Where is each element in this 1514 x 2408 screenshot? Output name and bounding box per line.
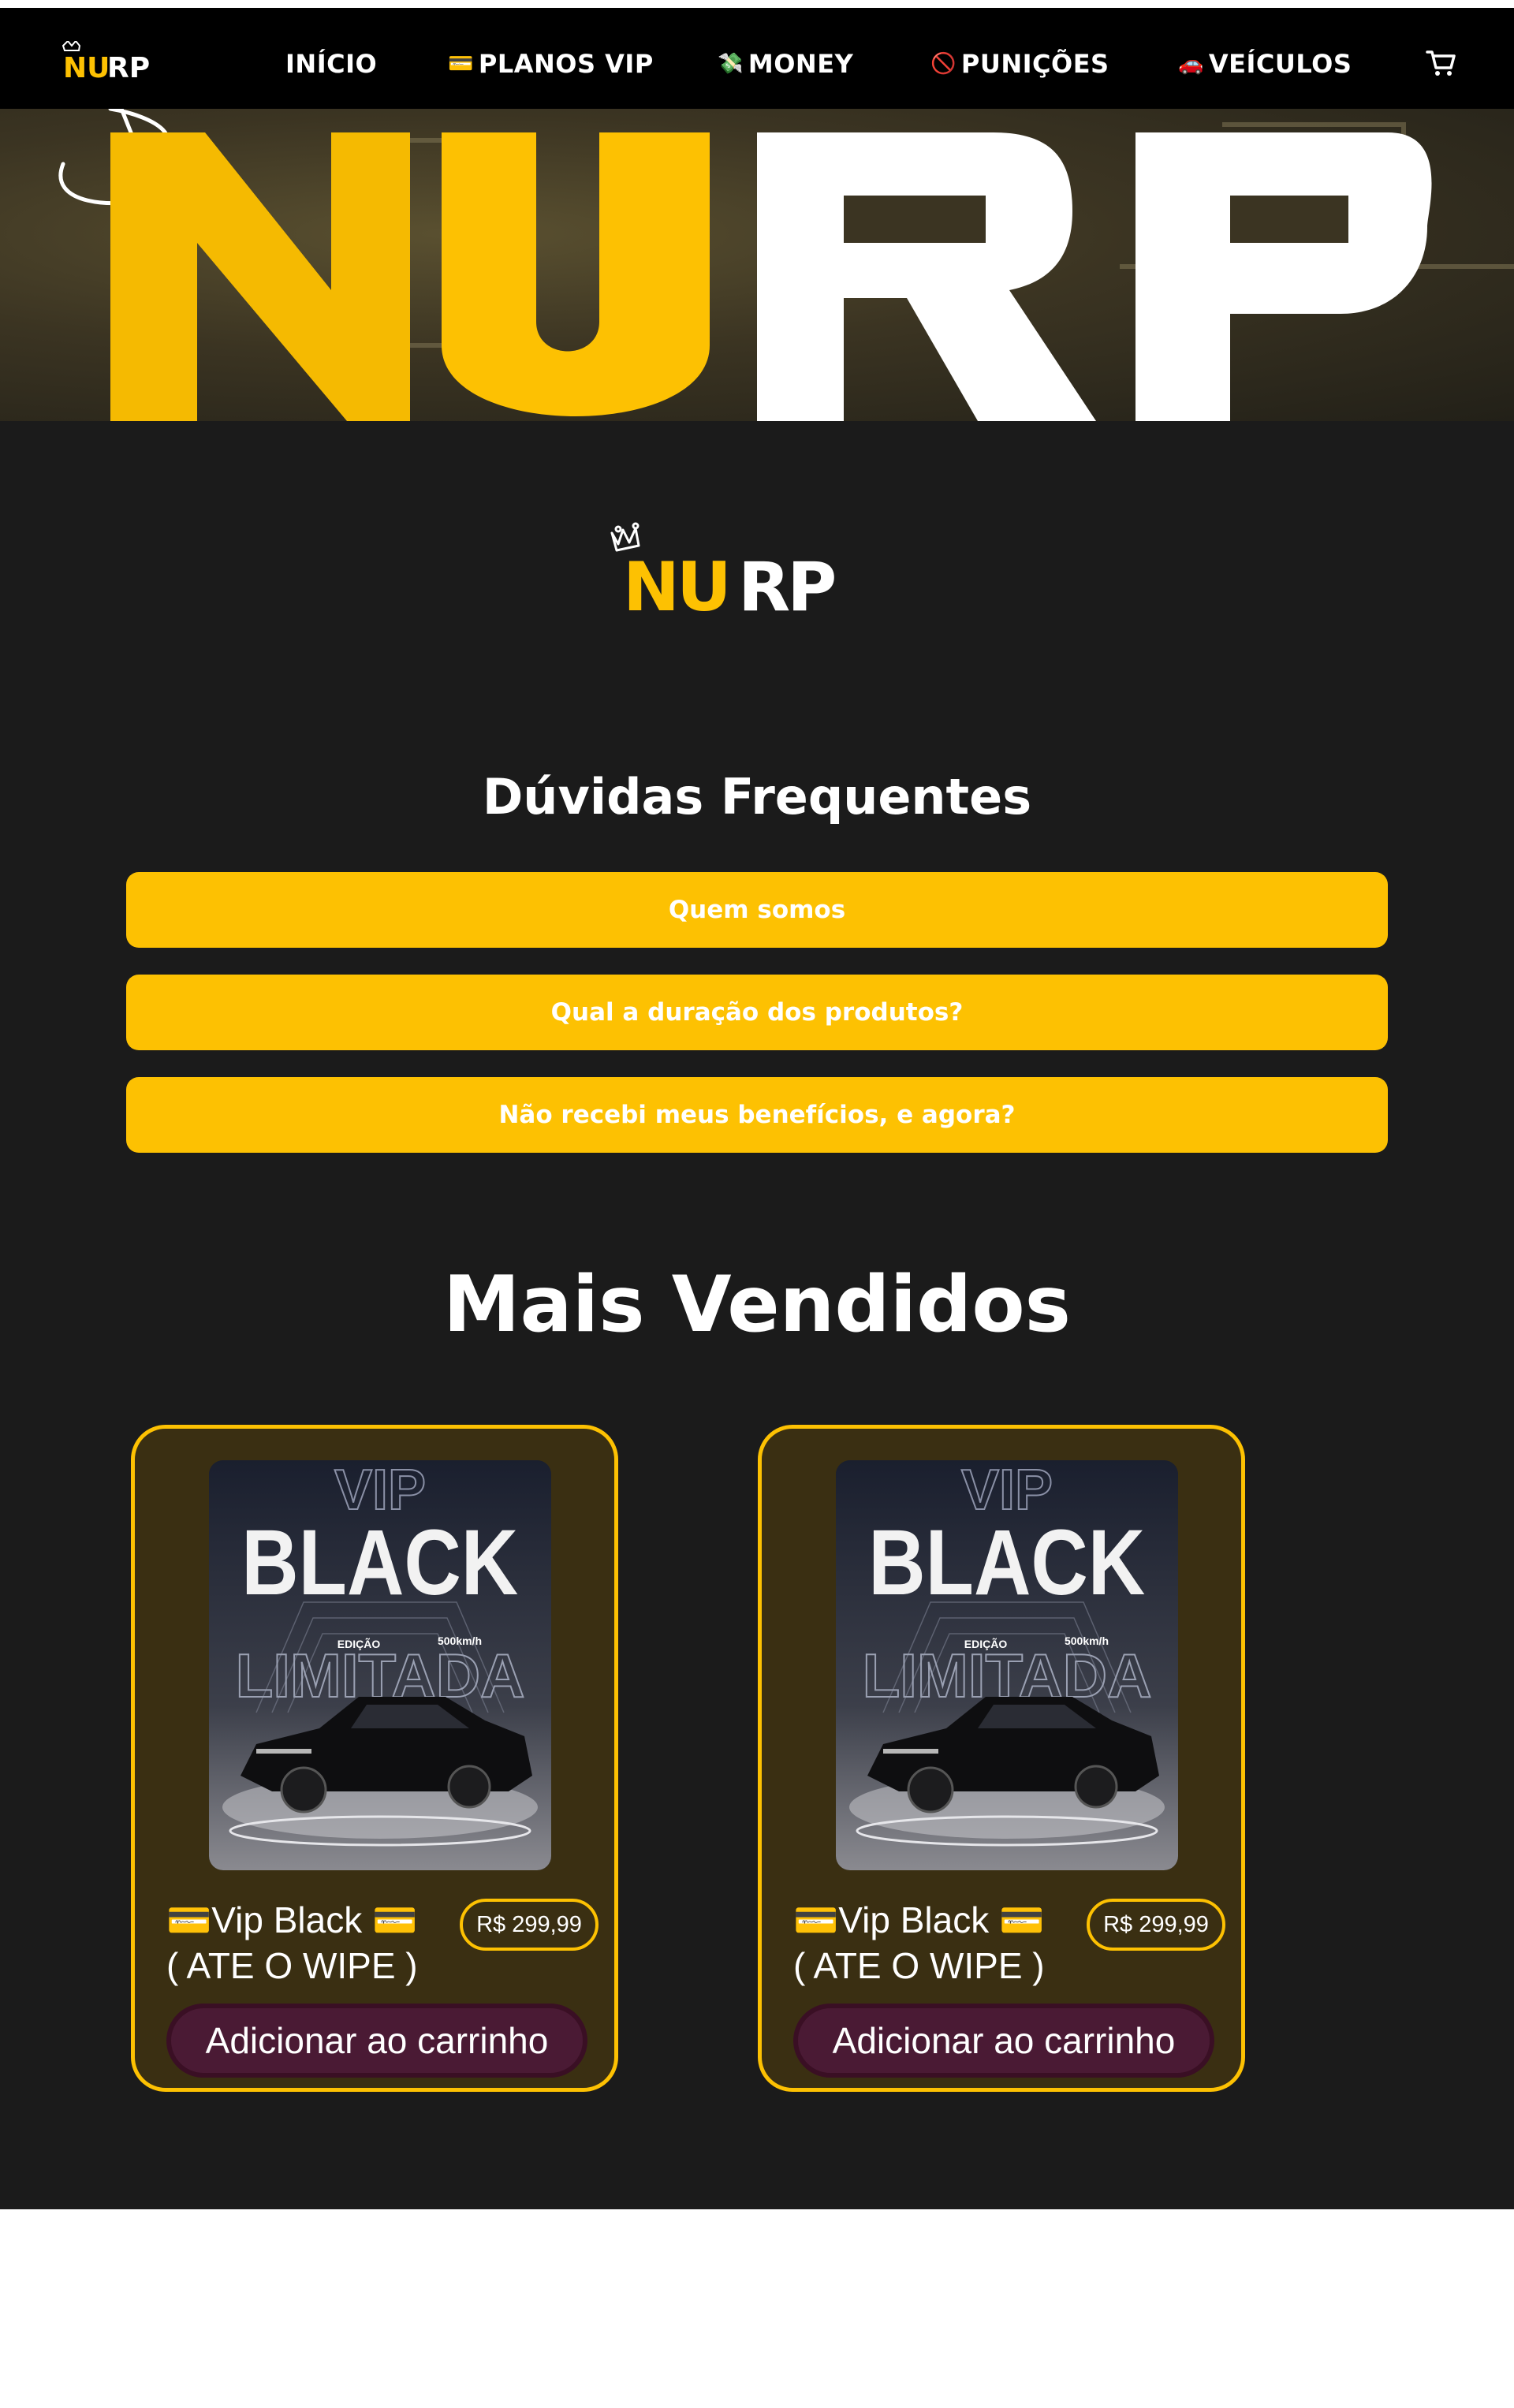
svg-text:NU: NU (623, 548, 729, 624)
top-strip (0, 0, 1514, 8)
nav-item-punicoes[interactable]: 🚫 PUNIÇÕES (930, 49, 1109, 79)
product-name-line2: ( ATE O WIPE ) (166, 1945, 418, 1986)
price-badge: R$ 299,99 (1087, 1899, 1225, 1951)
add-to-cart-button[interactable]: Adicionar ao carrinho (166, 2004, 587, 2078)
prohibited-icon: 🚫 (930, 52, 957, 76)
product-image[interactable]: VIP BLACK EDIÇÃO 500km/h LIMITADA (209, 1460, 551, 1870)
nav-item-money[interactable]: 💸 MONEY (718, 49, 853, 79)
faq-item-beneficios[interactable]: Não recebi meus benefícios, e agora? (126, 1077, 1388, 1153)
product-card: VIP BLACK EDIÇÃO 500km/h LIMITADA 💳Vip B… (758, 1425, 1245, 2092)
credit-card-icon: 💳 (448, 52, 474, 76)
svg-text:NU: NU (63, 52, 110, 82)
nav-item-inicio[interactable]: INÍCIO (285, 49, 377, 79)
add-to-cart-button[interactable]: Adicionar ao carrinho (793, 2004, 1214, 2078)
nav-item-label: VEÍCULOS (1208, 49, 1352, 79)
svg-text:RP: RP (738, 548, 834, 624)
product-image[interactable]: VIP BLACK EDIÇÃO 500km/h LIMITADA (836, 1460, 1178, 1870)
car-icon: 🚗 (1178, 52, 1204, 76)
main-content: NU RP Dúvidas Frequentes Quem somos Qual… (0, 421, 1514, 2209)
hero-banner (0, 109, 1514, 421)
nav-item-label: PLANOS VIP (478, 49, 654, 79)
hero-logo-art (58, 109, 1514, 421)
product-name-line2: ( ATE O WIPE ) (793, 1945, 1045, 1986)
top-nav: NU RP INÍCIO 💳 PLANOS VIP 💸 MONEY 🚫 PUNI… (0, 8, 1514, 109)
nav-item-planos-vip[interactable]: 💳 PLANOS VIP (448, 49, 654, 79)
nav-item-label: PUNIÇÕES (960, 49, 1109, 79)
price-badge: R$ 299,99 (460, 1899, 599, 1951)
product-name-line1: 💳Vip Black 💳 (166, 1899, 418, 1940)
money-wings-icon: 💸 (718, 52, 744, 76)
product-name: 💳Vip Black 💳 ( ATE O WIPE ) (793, 1897, 1093, 1989)
nav-item-label: INÍCIO (285, 49, 378, 79)
product-name: 💳Vip Black 💳 ( ATE O WIPE ) (166, 1897, 466, 1989)
nav-item-veiculos[interactable]: 🚗 VEÍCULOS (1178, 49, 1352, 79)
svg-text:RP: RP (107, 52, 150, 82)
nav-item-label: MONEY (748, 49, 854, 79)
svg-text:BLACK: BLACK (868, 1511, 1145, 1614)
center-logo: NU RP (607, 522, 895, 627)
faq-title: Dúvidas Frequentes (482, 768, 1032, 826)
nav-logo[interactable]: NU RP (62, 39, 172, 84)
faq-item-duracao[interactable]: Qual a duração dos produtos? (126, 975, 1388, 1050)
product-name-line1: 💳Vip Black 💳 (793, 1899, 1045, 1940)
best-sellers-title: Mais Vendidos (443, 1260, 1071, 1350)
faq-item-quem-somos[interactable]: Quem somos (126, 872, 1388, 948)
product-card: VIP BLACK EDIÇÃO 500km/h LIMITADA 💳Vip B… (131, 1425, 618, 2092)
svg-text:BLACK: BLACK (241, 1511, 518, 1614)
cart-icon[interactable] (1426, 47, 1457, 79)
